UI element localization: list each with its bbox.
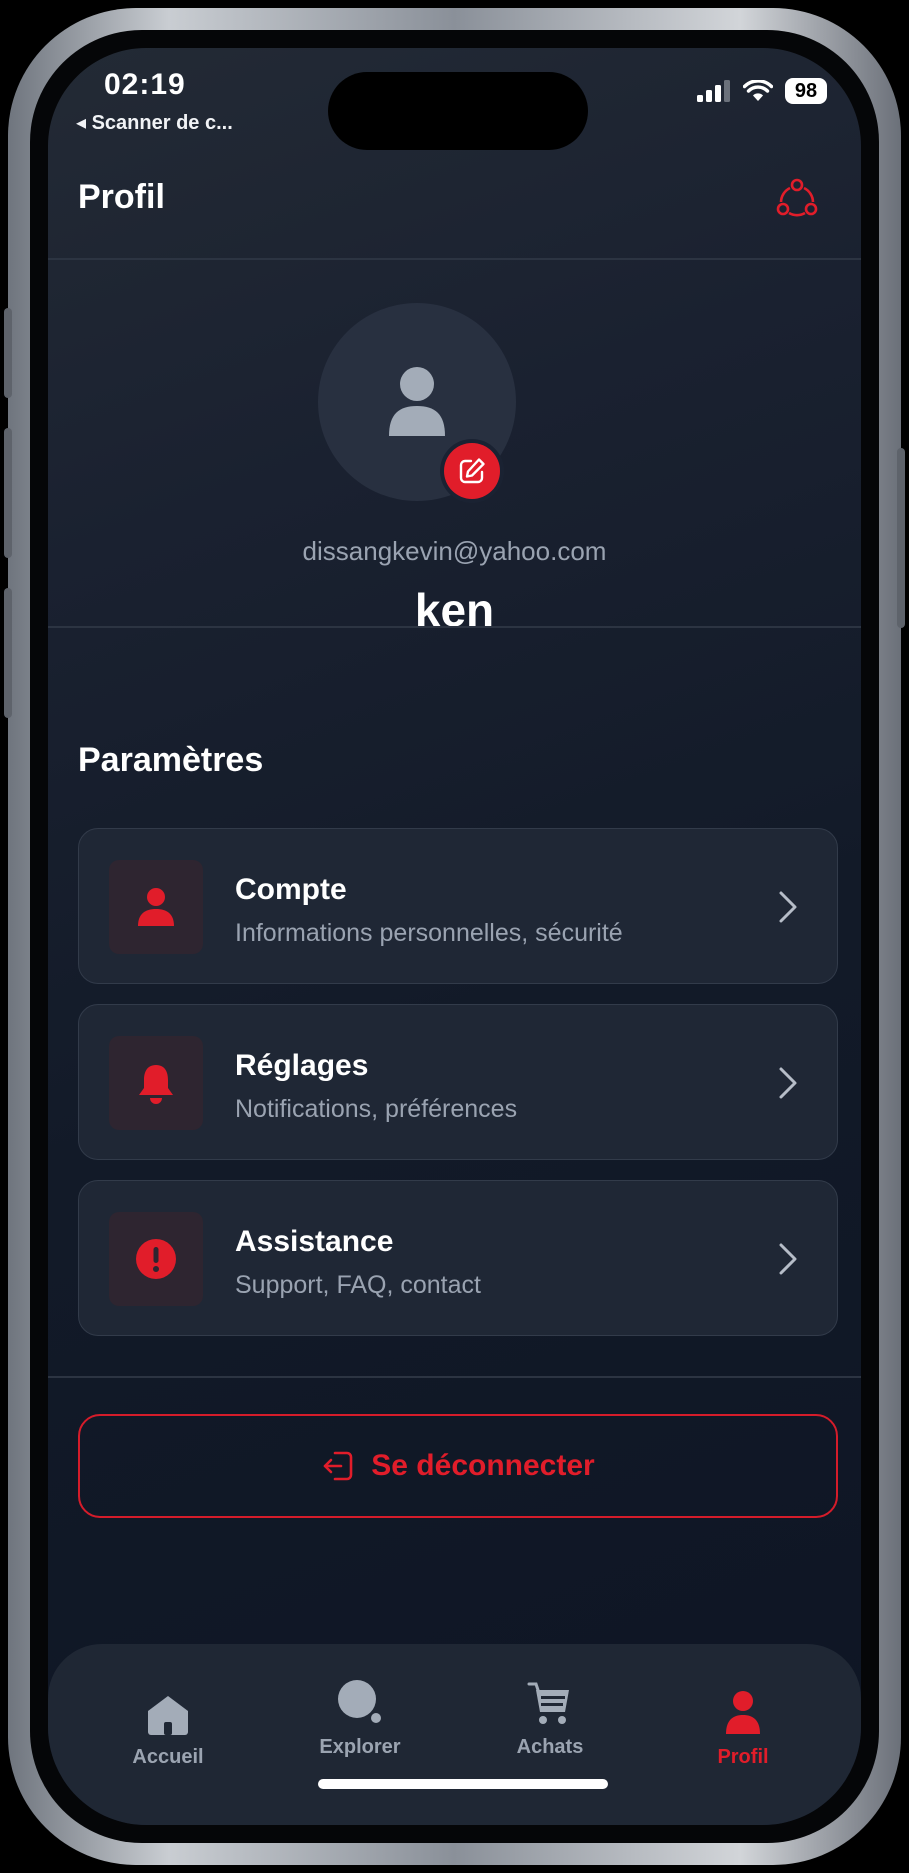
settings-item-reglages[interactable]: Réglages Notifications, préférences <box>78 1004 838 1160</box>
user-icon <box>138 888 174 926</box>
side-button-volume-down <box>4 588 12 718</box>
settings-item-subtitle: Notifications, préférences <box>235 1095 518 1123</box>
phone-bezel: 02:19 ◂ Scanner de c... 98 Profil dissan… <box>30 30 879 1843</box>
profile-username: ken <box>414 584 495 636</box>
settings-item-title: Assistance <box>235 1225 394 1258</box>
phone-frame: 02:19 ◂ Scanner de c... 98 Profil dissan… <box>4 8 905 1865</box>
page-title: Profil <box>78 178 165 216</box>
settings-item-title: Compte <box>235 873 347 906</box>
alert-icon <box>136 1239 176 1279</box>
user-placeholder-icon <box>389 367 445 436</box>
settings-divider <box>48 1376 861 1378</box>
settings-item-subtitle: Support, FAQ, contact <box>235 1271 481 1299</box>
tab-label: Accueil <box>132 1746 204 1768</box>
settings-item-title: Réglages <box>235 1049 369 1082</box>
explore-icon <box>338 1680 381 1723</box>
tab-achats[interactable]: Achats <box>460 1670 640 1759</box>
tab-profil[interactable]: Profil <box>653 1680 833 1769</box>
chevron-right-icon <box>779 1067 797 1099</box>
back-to-app-link[interactable]: ◂ Scanner de c... <box>76 110 233 135</box>
logout-button[interactable]: Se déconnecter <box>78 1414 838 1518</box>
bell-icon <box>139 1065 173 1104</box>
profile-icon <box>726 1691 760 1734</box>
tab-label: Profil <box>717 1746 769 1768</box>
side-button-power <box>897 448 905 628</box>
edit-icon <box>459 458 485 484</box>
settings-item-compte[interactable]: Compte Informations personnelles, sécuri… <box>78 828 838 984</box>
home-indicator[interactable] <box>318 1779 608 1789</box>
status-time: 02:19 <box>104 68 186 101</box>
chevron-right-icon <box>779 891 797 923</box>
settings-item-subtitle: Informations personnelles, sécurité <box>235 919 623 947</box>
card-icon-box <box>109 1212 203 1306</box>
section-title: Paramètres <box>78 741 264 779</box>
battery-indicator: 98 <box>785 78 827 104</box>
bottom-tab-bar: Accueil Explorer Achats Profil <box>48 1644 861 1825</box>
signal-icon <box>697 80 730 102</box>
card-icon-box <box>109 1036 203 1130</box>
chevron-right-icon <box>779 1243 797 1275</box>
cart-icon <box>527 1682 569 1724</box>
screen: 02:19 ◂ Scanner de c... 98 Profil dissan… <box>48 48 861 1825</box>
tab-explorer[interactable]: Explorer <box>270 1670 450 1759</box>
header-divider <box>48 258 861 260</box>
share-icon[interactable] <box>775 176 819 220</box>
profile-divider <box>48 626 861 628</box>
settings-item-assistance[interactable]: Assistance Support, FAQ, contact <box>78 1180 838 1336</box>
home-icon <box>148 1696 188 1735</box>
status-indicators: 98 <box>697 78 827 104</box>
profile-email: dissangkevin@yahoo.com <box>302 536 607 566</box>
tab-accueil[interactable]: Accueil <box>78 1680 258 1769</box>
logout-label: Se déconnecter <box>371 1449 595 1482</box>
side-button-action <box>4 308 12 398</box>
wifi-icon <box>743 80 773 101</box>
card-icon-box <box>109 860 203 954</box>
edit-avatar-button[interactable] <box>444 443 500 499</box>
tab-label: Achats <box>516 1736 584 1758</box>
dynamic-island <box>328 72 588 150</box>
side-button-volume-up <box>4 428 12 558</box>
logout-icon <box>323 1451 353 1481</box>
tab-label: Explorer <box>319 1736 401 1758</box>
